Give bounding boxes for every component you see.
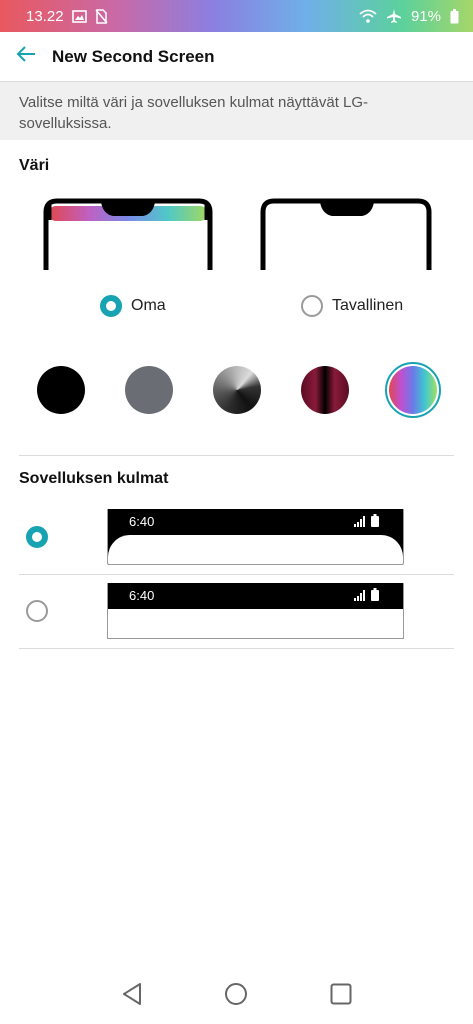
swatch-burgundy[interactable]	[301, 366, 349, 414]
page-title: New Second Screen	[52, 46, 215, 66]
section-end-divider	[19, 648, 454, 649]
battery-icon	[371, 588, 379, 606]
nav-recents-button[interactable]	[321, 976, 361, 1016]
signal-icon	[354, 588, 366, 606]
radio-button-square-corners[interactable]	[26, 600, 48, 622]
corners-section-title: Sovelluksen kulmat	[19, 470, 169, 487]
radio-button-tavallinen[interactable]	[301, 295, 323, 317]
radio-label-oma: Oma	[131, 297, 166, 314]
status-time: 13.22	[26, 7, 64, 25]
no-sim-icon	[94, 8, 108, 24]
square-recents-icon	[330, 983, 352, 1010]
nav-home-button[interactable]	[216, 976, 256, 1016]
wifi-icon	[359, 9, 377, 23]
corner-option-rounded[interactable]: 6:40	[0, 500, 473, 574]
swatch-black[interactable]	[37, 366, 85, 414]
battery-icon	[450, 8, 459, 24]
swatch-gray[interactable]	[125, 366, 173, 414]
custom-color-preview[interactable]	[43, 198, 213, 277]
radio-label-tavallinen: Tavallinen	[332, 297, 404, 314]
app-bar: New Second Screen	[0, 32, 473, 82]
nav-back-button[interactable]	[112, 976, 152, 1016]
color-section-title: Väri	[19, 157, 50, 174]
back-button[interactable]	[0, 32, 52, 82]
radio-option-oma[interactable]: Oma	[100, 295, 166, 317]
section-divider	[19, 455, 454, 456]
square-corners-preview: 6:40	[107, 583, 404, 639]
back-arrow-icon	[16, 46, 36, 67]
preview-time: 6:40	[129, 588, 155, 603]
swatch-rainbow[interactable]	[389, 366, 437, 414]
battery-percentage: 91%	[410, 7, 441, 25]
navigation-bar	[0, 968, 473, 1024]
radio-option-tavallinen[interactable]: Tavallinen	[301, 295, 403, 317]
airplane-icon	[386, 8, 402, 24]
circle-home-icon	[224, 982, 248, 1011]
image-icon	[71, 9, 87, 23]
standard-color-preview[interactable]	[260, 198, 432, 277]
swatch-gray-gradient[interactable]	[213, 366, 261, 414]
description-text: Valitse miltä väri ja sovelluksen kulmat…	[0, 82, 473, 140]
radio-button-rounded-corners[interactable]	[26, 526, 48, 548]
corner-option-square[interactable]: 6:40	[0, 575, 473, 649]
triangle-back-icon	[121, 982, 143, 1011]
radio-button-oma[interactable]	[100, 295, 122, 317]
status-bar: 13.22 91%	[0, 0, 473, 32]
